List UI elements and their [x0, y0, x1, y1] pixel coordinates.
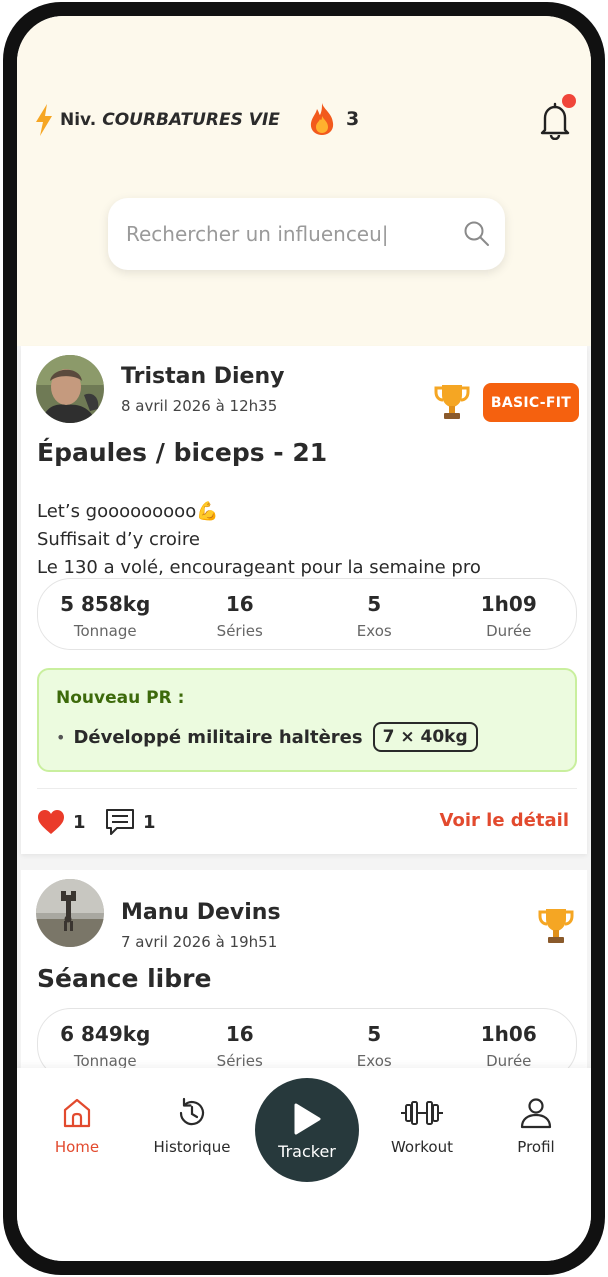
- nav-label: Tracker: [278, 1142, 336, 1161]
- nav-label: Home: [54, 1138, 100, 1156]
- tracker-button[interactable]: Tracker: [255, 1078, 359, 1182]
- post-title: Séance libre: [37, 964, 212, 993]
- stat-tonnage: 5 858kg Tonnage: [38, 579, 173, 649]
- post-author[interactable]: Tristan Dieny: [121, 364, 285, 389]
- description-line: Suffisait d’y croire: [37, 529, 200, 550]
- pr-row: • Développé militaire haltères 7 × 40kg: [56, 722, 478, 752]
- stat-value: 1h09: [480, 592, 537, 616]
- like-count: 1: [73, 811, 86, 833]
- comment-count: 1: [143, 811, 156, 833]
- stat-value: 6 849kg: [60, 1022, 151, 1046]
- comment-button[interactable]: 1: [105, 808, 156, 836]
- post-actions: 1 1 Voir le détail: [37, 806, 577, 838]
- nav-home[interactable]: Home: [22, 1096, 132, 1156]
- trophy-icon: [538, 909, 574, 943]
- post-title: Épaules / biceps - 21: [37, 438, 328, 467]
- comment-icon: [106, 809, 134, 835]
- user-icon: [520, 1098, 552, 1129]
- lightning-icon: [36, 104, 52, 136]
- home-icon: [63, 1098, 91, 1128]
- pr-title: Nouveau PR :: [56, 688, 185, 708]
- stat-value: 16: [225, 592, 254, 616]
- heart-icon: [38, 810, 64, 834]
- level-value: COURBATURES VIE: [102, 110, 280, 130]
- post-author[interactable]: Manu Devins: [121, 900, 281, 925]
- search-input[interactable]: [126, 216, 446, 252]
- nav-history[interactable]: Historique: [137, 1096, 247, 1156]
- pr-bullet: •: [56, 727, 66, 747]
- stat-duration: 1h09 Durée: [442, 579, 577, 649]
- new-pr-box: Nouveau PR : • Développé militaire haltè…: [37, 668, 577, 772]
- avatar[interactable]: [36, 355, 104, 423]
- trophy-icon: [434, 385, 470, 419]
- stat-value: 5 858kg: [60, 592, 151, 616]
- post-description: Let’s gooooooooo💪 Suffisait d’y croire L…: [37, 498, 481, 582]
- post-date: 7 avril 2026 à 19h51: [121, 933, 278, 951]
- view-detail-link[interactable]: Voir le détail: [440, 810, 569, 831]
- app-screen: Niv. COURBATURES VIE 3 Rechercher un inf…: [17, 16, 591, 1261]
- streak-counter[interactable]: 3: [307, 102, 359, 136]
- stat-value: 5: [367, 1022, 382, 1046]
- history-icon: [179, 1097, 205, 1126]
- stat-exercises: 5 Exos: [307, 579, 442, 649]
- pr-exercise: Développé militaire haltères: [73, 726, 363, 748]
- avatar-photo: [36, 879, 104, 947]
- stat-series: 16 Séries: [173, 579, 308, 649]
- stat-label: Tonnage: [73, 622, 137, 640]
- play-icon: [294, 1103, 321, 1135]
- post-card[interactable]: Tristan Dieny 8 avril 2026 à 12h35 BASIC…: [21, 346, 587, 854]
- streak-count: 3: [346, 108, 360, 130]
- header: Niv. COURBATURES VIE 3: [17, 16, 591, 346]
- phone-frame: Niv. COURBATURES VIE 3 Rechercher un inf…: [3, 2, 605, 1275]
- dumbbell-icon: [401, 1101, 443, 1125]
- nav-profile[interactable]: Profil: [481, 1096, 591, 1156]
- stat-value: 5: [367, 592, 382, 616]
- gym-badge: BASIC-FIT: [483, 383, 579, 422]
- nav-label: Historique: [153, 1138, 231, 1156]
- search-icon[interactable]: [463, 220, 491, 248]
- stat-value: 16: [225, 1022, 254, 1046]
- nav-workout[interactable]: Workout: [367, 1096, 477, 1156]
- stat-label: Durée: [486, 622, 532, 640]
- description-line: Let’s gooooooooo💪: [37, 501, 219, 522]
- workout-stats: 5 858kg Tonnage 16 Séries 5 Exos 1h09 Du…: [37, 578, 577, 650]
- like-button[interactable]: 1: [37, 809, 86, 835]
- level-label: Niv.: [60, 110, 97, 130]
- search-bar[interactable]: [108, 198, 505, 270]
- divider: [37, 788, 577, 789]
- stat-label: Séries: [216, 622, 263, 640]
- nav-label: Profil: [517, 1138, 555, 1156]
- stat-label: Exos: [356, 622, 392, 640]
- stat-value: 1h06: [480, 1022, 537, 1046]
- level-indicator[interactable]: Niv. COURBATURES VIE: [35, 104, 280, 136]
- avatar-photo: [36, 355, 104, 423]
- bottom-navigation: Home Historique Tracker Workout Profil: [17, 1068, 591, 1261]
- avatar[interactable]: [36, 879, 104, 947]
- nav-label: Workout: [390, 1138, 453, 1156]
- flame-icon: [310, 103, 334, 135]
- post-date: 8 avril 2026 à 12h35: [121, 397, 278, 415]
- pr-value-chip: 7 × 40kg: [372, 722, 478, 752]
- notification-dot: [562, 94, 576, 108]
